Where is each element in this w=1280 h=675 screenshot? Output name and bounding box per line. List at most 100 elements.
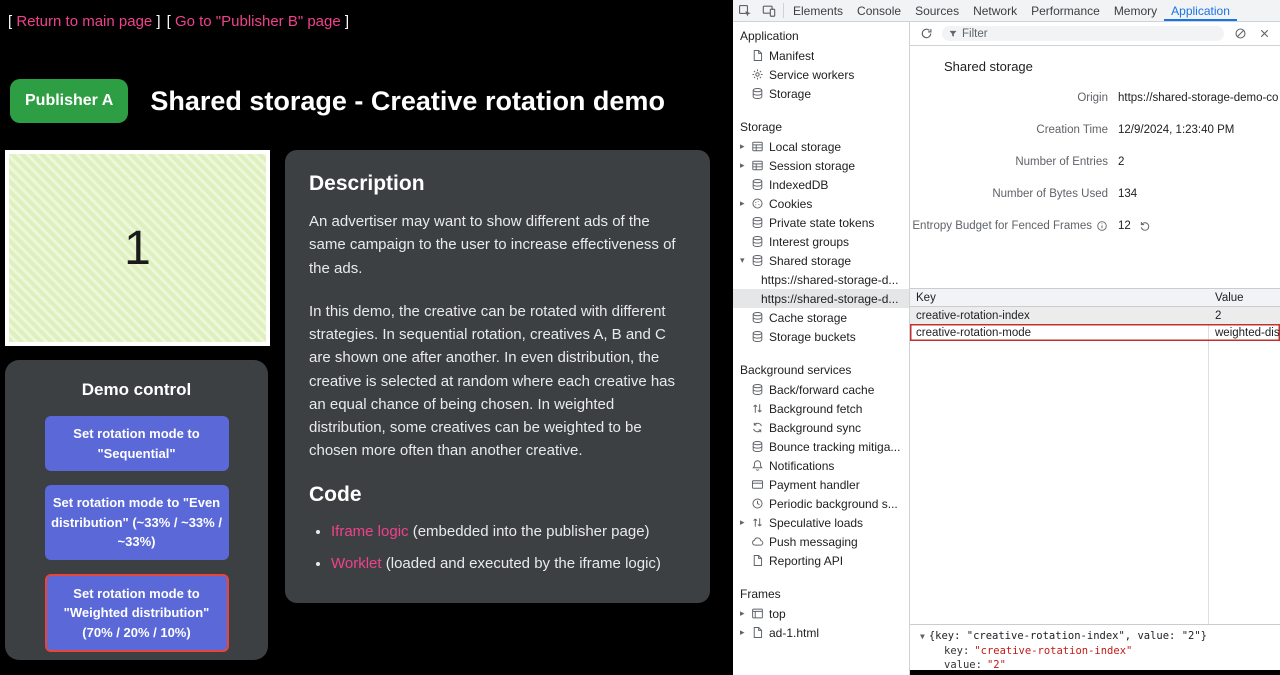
clear-all-icon[interactable] — [1232, 26, 1248, 42]
tab-performance[interactable]: Performance — [1024, 0, 1107, 21]
tree-item[interactable]: Reporting API — [733, 551, 909, 570]
tree-item[interactable]: Notifications — [733, 456, 909, 475]
tree-item[interactable]: ▸ Speculative loads — [733, 513, 909, 532]
database-icon — [751, 178, 769, 191]
column-header-value[interactable]: Value — [1208, 292, 1280, 304]
top-nav: [ Return to main page ][ Go to "Publishe… — [8, 13, 349, 30]
meta-label: Number of Bytes Used — [992, 188, 1108, 200]
section-header: Storage — [733, 115, 909, 137]
chevron-right-icon[interactable]: ▸ — [740, 608, 751, 619]
tree-item-label: Back/forward cache — [769, 383, 874, 397]
application-sidebar: Application Manifest Service workers Sto… — [733, 22, 910, 675]
preview-summary-line: ▼{key: "creative-rotation-index", value:… — [920, 629, 1274, 644]
rotation-mode-sequential-button[interactable]: Set rotation mode to "Sequential" — [45, 416, 229, 471]
list-item-text: (embedded into the publisher page) — [409, 523, 650, 540]
tree-item-label: Speculative loads — [769, 516, 863, 530]
tree-item[interactable]: ▸ Local storage — [733, 137, 909, 156]
tree-item[interactable]: Storage buckets — [733, 327, 909, 346]
tree-item[interactable]: Back/forward cache — [733, 380, 909, 399]
cell-key: creative-rotation-mode — [910, 327, 1208, 339]
page-header: Publisher A Shared storage - Creative ro… — [10, 79, 665, 123]
tree-item[interactable]: Bounce tracking mitiga... — [733, 437, 909, 456]
tree-item[interactable]: IndexedDB — [733, 175, 909, 194]
tree-item[interactable]: Private state tokens — [733, 213, 909, 232]
tree-item[interactable]: https://shared-storage-d... — [733, 289, 909, 308]
tree-item-label: Private state tokens — [769, 216, 874, 230]
section-header: Application — [733, 24, 909, 46]
tab-memory[interactable]: Memory — [1107, 0, 1164, 21]
chevron-right-icon[interactable]: ▸ — [740, 141, 751, 152]
worklet-link[interactable]: Worklet — [331, 555, 382, 572]
chevron-right-icon[interactable]: ▸ — [740, 160, 751, 171]
tree-item[interactable]: Push messaging — [733, 532, 909, 551]
tree-item[interactable]: Background fetch — [733, 399, 909, 418]
tree-item[interactable]: https://shared-storage-d... — [733, 270, 909, 289]
filter-funnel-icon — [948, 29, 958, 39]
tree-item[interactable]: Periodic background s... — [733, 494, 909, 513]
tab-sources[interactable]: Sources — [908, 0, 966, 21]
storage-view-title: Shared storage — [944, 59, 1280, 74]
tree-item[interactable]: ▸ Cookies — [733, 194, 909, 213]
tree-item[interactable]: ▸ ad-1.html — [733, 623, 909, 642]
inspect-element-icon[interactable] — [733, 0, 757, 21]
tree-item[interactable]: Manifest — [733, 46, 909, 65]
tree-item-label: Push messaging — [769, 535, 858, 549]
tab-elements[interactable]: Elements — [786, 0, 850, 21]
storage-toolbar — [910, 22, 1280, 46]
publisher-badge: Publisher A — [10, 79, 128, 123]
sidebar-section-frames: Frames ▸ top ▸ ad-1.html — [733, 582, 909, 642]
reset-budget-icon[interactable] — [1139, 220, 1151, 232]
tree-item-label: Interest groups — [769, 235, 849, 249]
sync-icon — [751, 421, 769, 434]
iframe-logic-link[interactable]: Iframe logic — [331, 523, 409, 540]
list-item: Iframe logic (embedded into the publishe… — [331, 521, 686, 544]
description-paragraph: An advertiser may want to show different… — [309, 210, 686, 280]
database-icon — [751, 383, 769, 396]
tab-application[interactable]: Application — [1164, 0, 1237, 21]
column-header-key[interactable]: Key — [910, 292, 1208, 304]
chevron-right-icon[interactable]: ▸ — [740, 517, 751, 528]
device-toolbar-icon[interactable] — [757, 0, 781, 21]
tree-item-label: Shared storage — [769, 254, 851, 268]
chevron-right-icon[interactable]: ▸ — [740, 198, 751, 209]
bottom-strip — [910, 670, 1280, 675]
tree-item-label: Background fetch — [769, 402, 862, 416]
link-publisher-b[interactable]: Go to "Publisher B" page — [175, 13, 341, 30]
property-value: "creative-rotation-index" — [974, 645, 1132, 657]
refresh-icon[interactable] — [918, 26, 934, 42]
rotation-mode-even-button[interactable]: Set rotation mode to "Even distribution"… — [45, 485, 229, 560]
tree-item[interactable]: ▸ top — [733, 604, 909, 623]
cloud-icon — [751, 535, 769, 548]
publisher-page: [ Return to main page ][ Go to "Publishe… — [0, 0, 733, 675]
tree-item-label: Payment handler — [769, 478, 860, 492]
tree-item-label: https://shared-storage-d... — [761, 292, 898, 306]
database-icon — [751, 235, 769, 248]
clock-icon — [751, 497, 769, 510]
tree-item[interactable]: ▸ Session storage — [733, 156, 909, 175]
tree-item-label: Notifications — [769, 459, 834, 473]
table-row[interactable]: creative-rotation-index 2 — [910, 307, 1280, 324]
sidebar-section-background-services: Background services Back/forward cache B… — [733, 358, 909, 570]
table-row[interactable]: creative-rotation-mode weighted-distribu… — [910, 324, 1280, 341]
filter-input[interactable] — [962, 28, 1218, 40]
description-panel: Description An advertiser may want to sh… — [285, 150, 710, 603]
table-icon — [751, 159, 769, 172]
tree-item[interactable]: Payment handler — [733, 475, 909, 494]
tab-console[interactable]: Console — [850, 0, 908, 21]
link-return-main[interactable]: Return to main page — [16, 13, 152, 30]
chevron-down-icon[interactable]: ▾ — [740, 255, 751, 266]
database-icon — [751, 254, 769, 267]
tab-network[interactable]: Network — [966, 0, 1024, 21]
tree-item[interactable]: ▾ Shared storage — [733, 251, 909, 270]
tree-item[interactable]: Service workers — [733, 65, 909, 84]
info-icon[interactable] — [1096, 220, 1108, 232]
chevron-right-icon[interactable]: ▸ — [740, 627, 751, 638]
tree-item[interactable]: Background sync — [733, 418, 909, 437]
tree-item[interactable]: Cache storage — [733, 308, 909, 327]
section-header: Frames — [733, 582, 909, 604]
expander-triangle-icon[interactable]: ▼ — [920, 632, 925, 641]
delete-selected-icon[interactable] — [1256, 26, 1272, 42]
rotation-mode-weighted-button[interactable]: Set rotation mode to "Weighted distribut… — [45, 574, 229, 653]
tree-item[interactable]: Interest groups — [733, 232, 909, 251]
tree-item[interactable]: Storage — [733, 84, 909, 103]
